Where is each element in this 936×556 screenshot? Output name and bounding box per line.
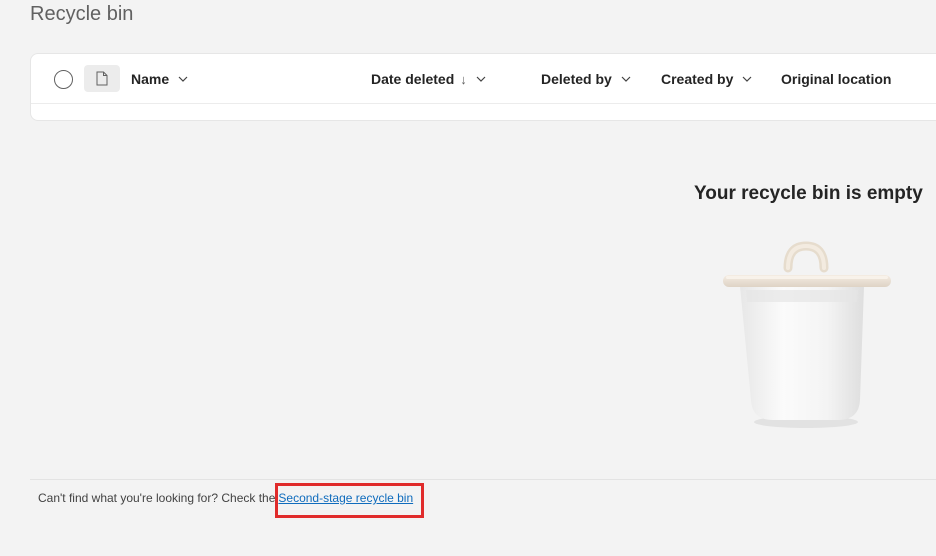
sort-descending-icon: ↓: [460, 71, 467, 87]
chevron-down-icon: [476, 76, 486, 82]
chevron-down-icon: [178, 76, 188, 82]
chevron-down-icon: [742, 76, 752, 82]
column-header-date-deleted-label: Date deleted: [371, 71, 455, 87]
column-header-deleted-by-label: Deleted by: [541, 71, 612, 87]
second-stage-recycle-bin-link[interactable]: Second-stage recycle bin: [278, 491, 413, 505]
footer-divider: [30, 479, 936, 480]
column-header-date-deleted[interactable]: Date deleted ↓: [371, 54, 486, 104]
column-header-original-location[interactable]: Original location: [781, 54, 891, 104]
recycle-bin-page: Recycle bin Name Date deleted ↓ Deleted …: [0, 0, 936, 556]
column-header-name-label: Name: [131, 71, 170, 87]
column-header-created-by-label: Created by: [661, 71, 734, 87]
footer-help-text: Can't find what you're looking for? Chec…: [38, 491, 413, 505]
file-type-column-header[interactable]: [84, 65, 120, 92]
column-header-created-by[interactable]: Created by: [661, 54, 752, 104]
list-header-row: Name Date deleted ↓ Deleted by Created b…: [31, 54, 936, 104]
footer-prompt-text: Can't find what you're looking for? Chec…: [38, 491, 276, 505]
empty-state-message: Your recycle bin is empty: [694, 183, 923, 204]
column-header-name[interactable]: Name: [131, 54, 188, 104]
trash-bin-illustration: [723, 241, 891, 428]
chevron-down-icon: [621, 76, 631, 82]
select-all-checkbox-icon[interactable]: [54, 70, 73, 89]
column-header-deleted-by[interactable]: Deleted by: [541, 54, 631, 104]
column-header-original-location-label: Original location: [781, 71, 892, 87]
file-list: Name Date deleted ↓ Deleted by Created b…: [30, 53, 936, 121]
page-title: Recycle bin: [30, 3, 134, 25]
document-icon: [96, 71, 108, 86]
